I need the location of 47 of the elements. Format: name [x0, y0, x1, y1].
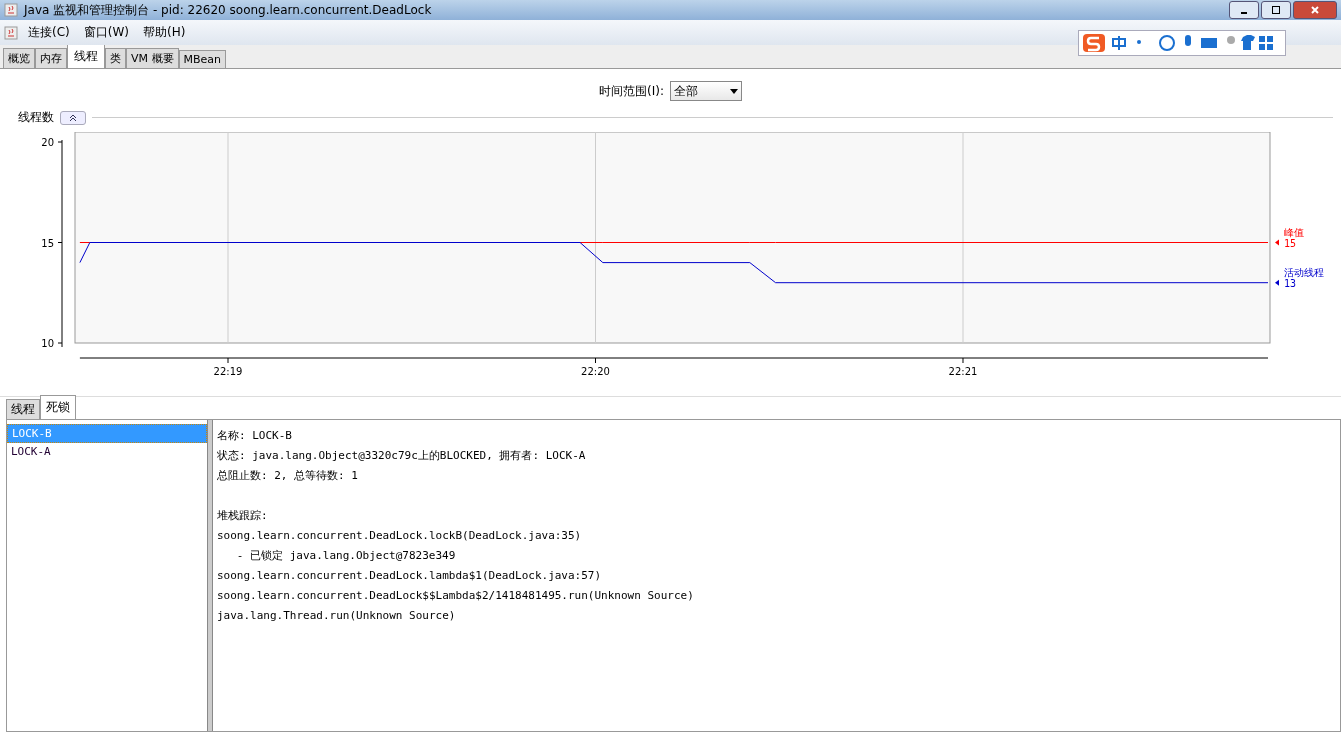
y-tick-label: 20 [41, 137, 54, 148]
legend-value: 13 [1284, 277, 1297, 289]
detail-line: 总阻止数: 2, 总等待数: 1 [217, 469, 358, 482]
tab[interactable]: 线程 [6, 399, 40, 419]
legend-label: 峰值 [1284, 226, 1304, 238]
tab[interactable]: MBean [178, 50, 227, 68]
detail-line: 名称: LOCK-B [217, 429, 292, 442]
thread-list-item[interactable]: LOCK-A [7, 443, 207, 460]
menu-item[interactable]: 连接(C) [24, 24, 74, 41]
legend-value: 15 [1284, 237, 1297, 249]
minimize-icon [1241, 12, 1247, 14]
time-range-label: 时间范围(I): [599, 82, 664, 100]
legend-label: 活动线程 [1284, 266, 1324, 278]
y-tick-label: 15 [41, 237, 54, 249]
detail-line: java.lang.Thread.run(Unknown Source) [217, 609, 456, 622]
detail-line: soong.learn.concurrent.DeadLock.lambda$1(DeadLock.java:57) [217, 569, 602, 582]
split-handle[interactable] [207, 420, 213, 731]
tab[interactable]: VM 概要 [126, 48, 179, 68]
window-title: Java 监视和管理控制台 - pid: 22620 soong.learn.concurrent.DeadLock [24, 1, 432, 19]
double-chevron-up-icon [69, 113, 77, 122]
menu-item[interactable]: 窗口(W) [79, 24, 133, 41]
detail-line: soong.learn.concurrent.DeadLock.lockB(DeadLock.java:35) [217, 529, 582, 542]
x-tick-label: 22:20 [581, 366, 610, 377]
x-tick-label: 22:21 [948, 366, 978, 377]
minimize-button[interactable] [1229, 1, 1259, 19]
collapse-button[interactable] [60, 110, 86, 125]
maximize-icon [1271, 5, 1281, 15]
tab[interactable]: 内存 [35, 48, 67, 68]
close-icon [1310, 5, 1320, 15]
close-button[interactable] [1293, 1, 1337, 19]
detail-line: 状态: java.lang.Object@3320c79c上的BLOCKED, 拥有者: LOCK-A [217, 449, 586, 462]
marker-icon [1275, 239, 1279, 246]
detail-line: - 已锁定 java.lang.Object@7823e349 [235, 549, 456, 562]
tab[interactable]: 概览 [3, 48, 35, 68]
caret-icon [729, 88, 738, 94]
detail-line: 堆栈跟踪: [217, 509, 268, 522]
x-tick-label: 22:19 [213, 366, 243, 377]
menu-item[interactable]: 帮助(H) [139, 24, 190, 41]
y-tick-label: 10 [41, 338, 54, 349]
chart-title: 线程数 [18, 109, 54, 126]
marker-icon [1275, 279, 1279, 286]
maximize-button[interactable] [1261, 1, 1291, 19]
tab[interactable]: 类 [105, 48, 126, 68]
time-range-dropdown[interactable]: 全部 [669, 81, 742, 101]
detail-line: soong.learn.concurrent.DeadLock$$Lambda$2/1418481495.run(Unknown Source) [217, 589, 694, 602]
tab[interactable]: 死锁 [40, 395, 76, 419]
tab[interactable]: 线程 [67, 45, 105, 68]
